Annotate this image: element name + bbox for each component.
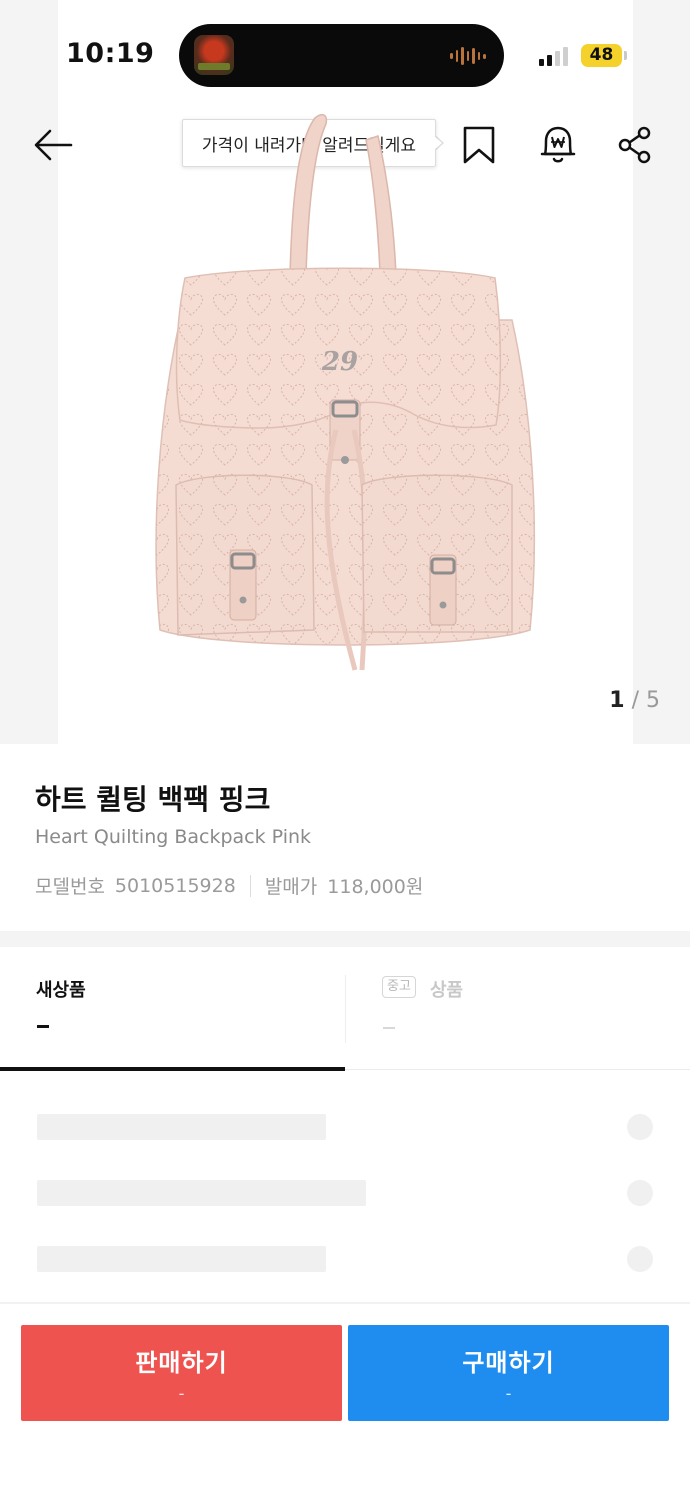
dynamic-island xyxy=(179,24,504,87)
audio-waveform-icon xyxy=(450,46,487,66)
skeleton-dot xyxy=(627,1180,653,1206)
share-button[interactable] xyxy=(612,122,658,168)
status-time: 10:19 xyxy=(66,38,155,69)
battery-indicator: 48 xyxy=(581,44,622,67)
sell-button[interactable]: 판매하기 - xyxy=(21,1325,342,1421)
battery-cap xyxy=(624,51,627,60)
tab-new-label: 새상품 xyxy=(36,980,86,1001)
sell-button-label: 판매하기 xyxy=(135,1349,228,1377)
tab-new-price-dash xyxy=(37,1025,49,1028)
skeleton-dot xyxy=(627,1114,653,1140)
pager-total: 5 xyxy=(646,688,660,713)
tab-used-product[interactable]: 중고 상품 xyxy=(345,948,690,1069)
meta-divider xyxy=(249,874,251,897)
release-price-label: 발매가 xyxy=(264,876,318,898)
now-playing-artwork xyxy=(194,35,234,75)
product-name-en: Heart Quilting Backpack Pink xyxy=(35,826,312,848)
product-meta-row: 모델번호 5010515928 발매가 118,000원 xyxy=(35,872,423,899)
model-number-value: 5010515928 xyxy=(114,874,236,897)
section-divider xyxy=(0,931,690,947)
tab-used-label: 상품 xyxy=(430,980,464,1001)
used-badge: 중고 xyxy=(382,976,416,998)
release-price-value: 118,000원 xyxy=(327,876,424,898)
buy-button-price: - xyxy=(505,1384,512,1403)
cellular-signal-icon xyxy=(539,46,568,66)
share-icon xyxy=(618,126,651,164)
skeleton-row xyxy=(37,1114,326,1140)
skeleton-row xyxy=(37,1180,366,1206)
gallery-pager: 1 / 5 xyxy=(609,688,660,713)
tab-selected-indicator xyxy=(0,1067,345,1071)
product-name-ko: 하트 퀼팅 백팩 핑크 xyxy=(35,783,271,816)
tab-used-price-dash xyxy=(383,1027,395,1029)
skeleton-row xyxy=(37,1246,326,1272)
product-image: 29 xyxy=(155,113,536,671)
skeleton-dot xyxy=(627,1246,653,1272)
product-gallery[interactable]: 10:19 48 가격이 내려가면 알려드릴게요 xyxy=(0,0,690,744)
back-button[interactable] xyxy=(28,122,78,168)
sell-button-price: - xyxy=(178,1384,185,1403)
tab-new-product[interactable]: 새상품 xyxy=(0,948,345,1069)
tab-baseline xyxy=(345,1069,690,1070)
buy-button[interactable]: 구매하기 - xyxy=(348,1325,669,1421)
arrow-left-icon xyxy=(34,129,73,161)
model-number-label: 모델번호 xyxy=(35,876,105,898)
svg-text:29: 29 xyxy=(321,347,358,377)
buy-button-label: 구매하기 xyxy=(462,1349,555,1377)
pager-current: 1 xyxy=(609,688,625,713)
bottom-bar-divider xyxy=(0,1302,690,1304)
pager-separator: / xyxy=(631,688,639,713)
